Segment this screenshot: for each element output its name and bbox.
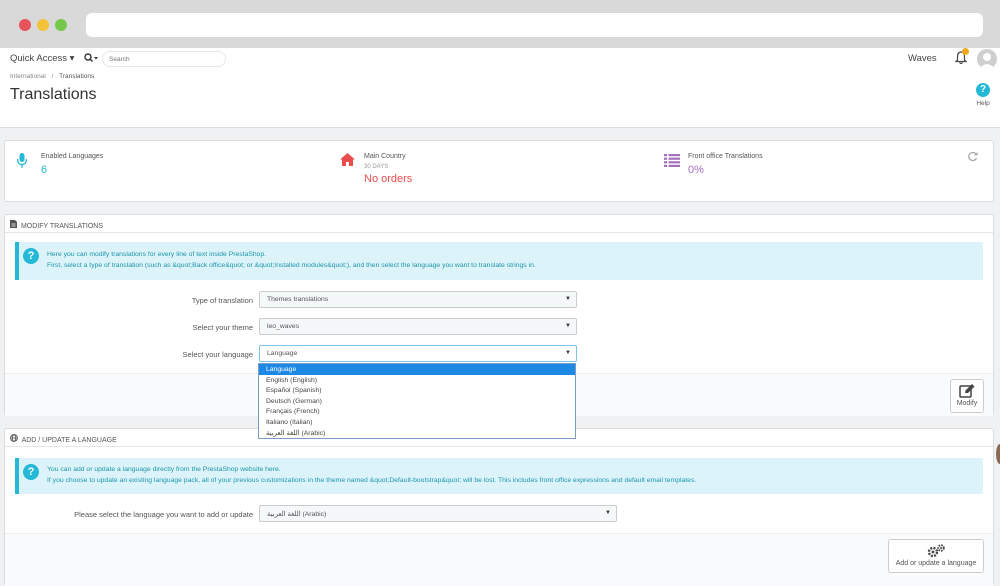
breadcrumb-parent[interactable]: International: [10, 73, 46, 80]
select-language-label: Select your language: [182, 350, 253, 359]
notification-badge: [962, 48, 969, 55]
language-option[interactable]: Deutsch (German): [259, 396, 575, 407]
help-label: Help: [976, 100, 990, 107]
kpi-value: 6: [41, 164, 48, 176]
microphone-icon: [16, 153, 28, 171]
kpi-label: Enabled Languages: [41, 153, 104, 160]
panel-heading: MODIFY TRANSLATIONS: [5, 215, 993, 233]
panel-footer: Add or update a language: [5, 533, 993, 586]
language-option[interactable]: Language: [259, 364, 575, 375]
browser-chrome: [0, 0, 1000, 48]
alert-line: If you choose to update an existing lang…: [47, 477, 697, 484]
page-header: International / Translations Translation…: [0, 70, 1000, 128]
list-icon: [664, 154, 680, 169]
select-value: Language: [267, 350, 298, 357]
type-of-translation-select[interactable]: Themes translations ▼: [259, 291, 577, 308]
add-button-label: Add or update a language: [895, 560, 977, 567]
quick-access-menu[interactable]: Quick Access ▾: [10, 53, 74, 64]
edit-icon: [951, 384, 983, 400]
refresh-icon[interactable]: [967, 151, 978, 165]
modify-button[interactable]: Modify: [950, 379, 984, 413]
info-alert: ? Here you can modify translations for e…: [15, 242, 983, 280]
top-header: Quick Access ▾ Waves: [0, 48, 1000, 70]
select-value: leo_waves: [267, 323, 300, 330]
page-title: Translations: [10, 86, 97, 103]
language-option[interactable]: Français (French): [259, 406, 575, 417]
breadcrumb-current: Translations: [59, 73, 95, 80]
home-icon: [340, 153, 355, 168]
kpi-row: Enabled Languages 6 Main Country 30 DAYS…: [4, 140, 994, 202]
kpi-label: Front office Translations: [688, 153, 763, 160]
alert-line: Here you can modify translations for eve…: [47, 251, 267, 258]
caret-down-icon: ▼: [565, 296, 571, 302]
add-or-update-language-button[interactable]: Add or update a language: [888, 539, 984, 573]
maximize-window-button[interactable]: [55, 19, 67, 31]
select-theme-label: Select your theme: [192, 323, 253, 332]
select-language-select[interactable]: Language ▼: [259, 345, 577, 362]
kpi-value: No orders: [364, 173, 413, 185]
search-icon[interactable]: [84, 53, 98, 65]
select-language-to-add-label: Please select the language you want to a…: [74, 510, 253, 519]
shop-name-link[interactable]: Waves: [908, 53, 937, 64]
help-button[interactable]: ? Help: [972, 83, 994, 107]
select-value: اللغة العربية (Arabic): [267, 511, 327, 518]
panel-title: ADD / UPDATE A LANGUAGE: [21, 437, 117, 444]
language-option[interactable]: Español (Spanish): [259, 385, 575, 396]
question-icon: ?: [23, 464, 39, 480]
address-bar[interactable]: [86, 13, 983, 37]
kpi-label: Main Country: [364, 153, 406, 160]
modify-button-label: Modify: [956, 400, 978, 407]
search-input[interactable]: [102, 51, 226, 67]
close-window-button[interactable]: [19, 19, 31, 31]
language-to-add-select[interactable]: اللغة العربية (Arabic) ▼: [259, 505, 617, 522]
file-icon: [10, 220, 17, 230]
language-option[interactable]: Italiano (Italian): [259, 417, 575, 428]
add-update-language-panel: ADD / UPDATE A LANGUAGE ? You can add or…: [4, 428, 994, 586]
breadcrumb-separator: /: [51, 73, 54, 80]
caret-down-icon: ▼: [565, 323, 571, 329]
kpi-value: 0%: [688, 164, 704, 176]
language-dropdown-list: Language English (English) Español (Span…: [258, 363, 576, 440]
alert-text: You can add or update a language directl…: [47, 464, 696, 486]
page-viewport: Quick Access ▾ Waves International / Tra…: [0, 48, 1000, 586]
panel-title: MODIFY TRANSLATIONS: [20, 223, 104, 230]
alert-text: Here you can modify translations for eve…: [47, 249, 536, 271]
alert-line: First, select a type of translation (suc…: [47, 262, 536, 269]
chat-bubble-icon[interactable]: [996, 444, 1000, 464]
language-option[interactable]: English (English): [259, 375, 575, 386]
breadcrumb: International / Translations: [10, 73, 94, 80]
minimize-window-button[interactable]: [37, 19, 49, 31]
avatar[interactable]: [977, 49, 997, 69]
alert-line: You can add or update a language directl…: [47, 466, 281, 473]
kpi-sub: 30 DAYS: [364, 164, 389, 170]
caret-down-icon: ▼: [605, 510, 611, 516]
type-of-translation-label: Type of translation: [191, 296, 253, 305]
question-icon: ?: [23, 248, 39, 264]
info-alert: ? You can add or update a language direc…: [15, 458, 983, 494]
select-theme-select[interactable]: leo_waves ▼: [259, 318, 577, 335]
language-option[interactable]: اللغة العربية (Arabic): [259, 428, 575, 439]
select-value: Themes translations: [267, 296, 329, 303]
question-icon: ?: [976, 83, 990, 97]
caret-down-icon: ▼: [565, 350, 571, 356]
globe-icon: [10, 434, 18, 444]
gears-icon: [889, 544, 983, 560]
